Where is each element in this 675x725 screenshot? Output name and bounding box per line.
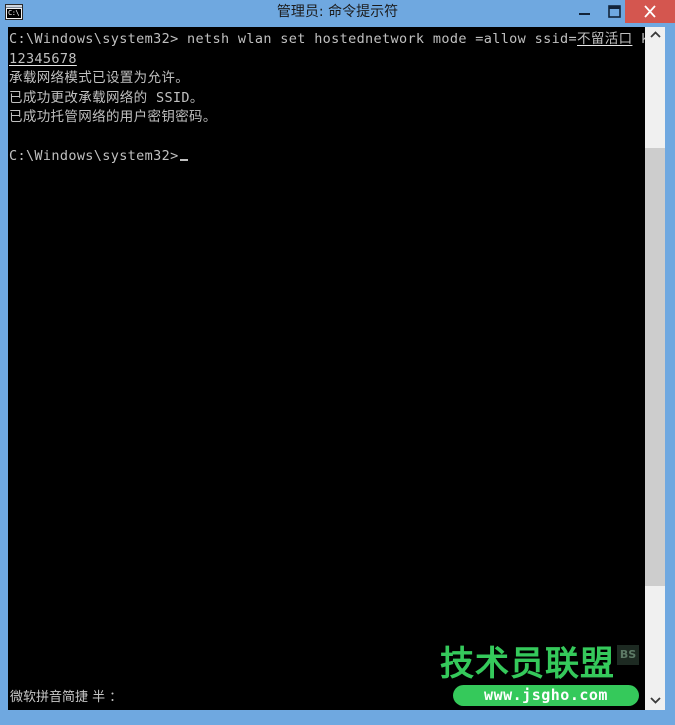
console-text: C:\Windows\system32> netsh wlan set host… [9,31,645,164]
console-cursor [179,159,188,161]
underlined-text: 不留活口 [577,31,633,47]
watermark: BS 技术员联盟 www.jsgho.com [440,644,640,706]
scroll-down-button[interactable] [645,692,665,710]
title-bar[interactable]: C:\ 管理员: 命令提示符 [0,0,675,24]
watermark-url-text: www.jsgho.com [453,685,639,706]
icon-prompt-text: C:\ [8,9,20,17]
vertical-scrollbar[interactable] [645,27,665,710]
icon-titlebar-strip [6,5,22,8]
watermark-logo-text: 技术员联盟 [440,644,615,684]
close-button[interactable] [625,0,675,23]
chevron-down-icon [649,697,661,704]
chevron-up-icon [649,31,661,38]
scrollbar-thumb[interactable] [645,148,665,586]
command-prompt-window: C:\ 管理员: 命令提示符 C:\Windows\system32> nets… [0,0,675,725]
icon-screen: C:\ [7,9,21,18]
close-icon [644,5,656,18]
ime-status-bar: 微软拼音简捷 半 ： [10,690,123,705]
minimize-icon [579,13,590,15]
minimize-button[interactable] [568,0,600,23]
console-output-area[interactable]: C:\Windows\system32> netsh wlan set host… [8,27,645,710]
cmd-console-icon[interactable]: C:\ [5,4,23,20]
scroll-up-button[interactable] [645,27,665,45]
underlined-text: 12345678 [9,50,77,67]
